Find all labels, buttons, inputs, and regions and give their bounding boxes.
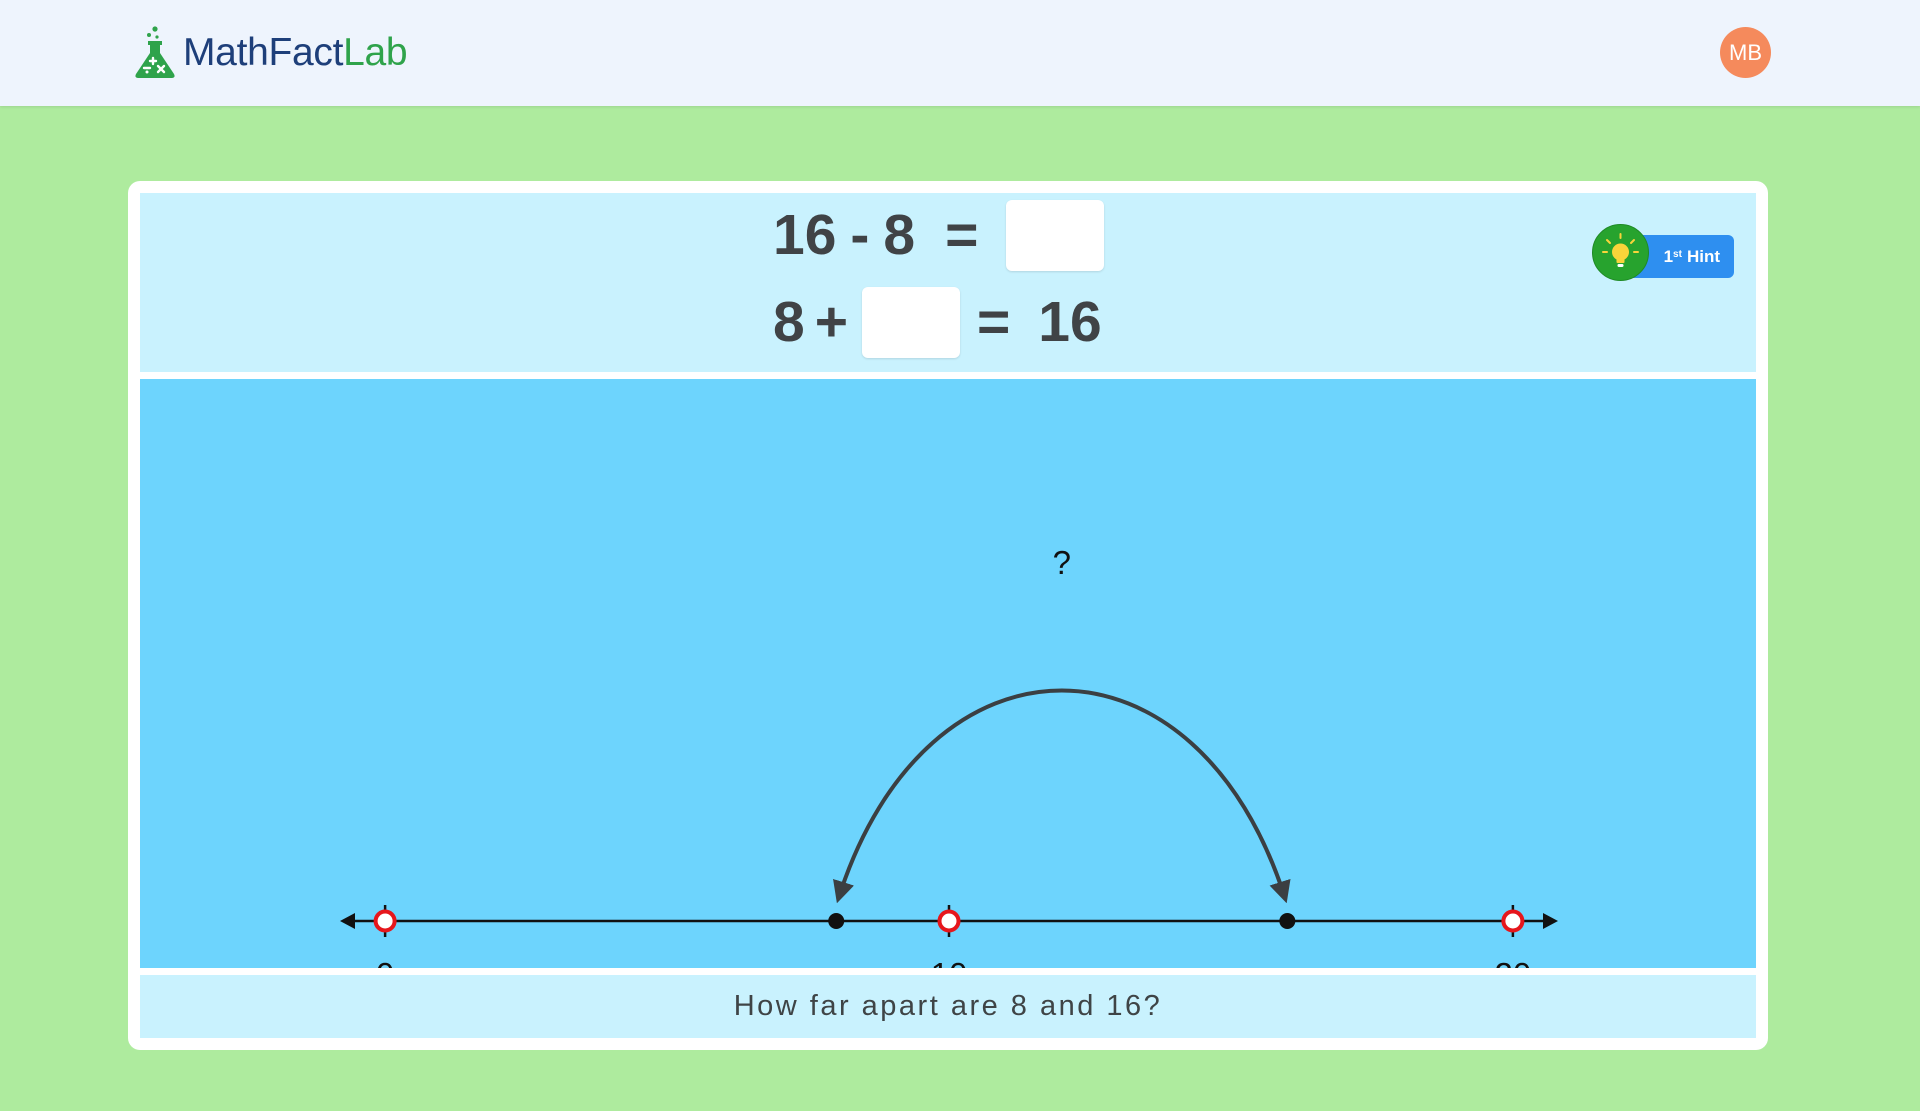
plus-sign: + xyxy=(814,290,848,354)
lightbulb-icon xyxy=(1592,224,1649,281)
flask-icon xyxy=(135,26,175,78)
top-bar: MathFactLab MB xyxy=(0,0,1920,106)
subtraction-minuend: 16 xyxy=(773,203,837,267)
question-panel: How far apart are 8 and 16? xyxy=(140,975,1756,1038)
tick-marker xyxy=(373,909,397,933)
number-line-panel: ? 0 10 20 xyxy=(140,379,1756,968)
number-line-point xyxy=(1279,913,1296,929)
logo[interactable]: MathFactLab xyxy=(133,22,408,82)
equation-addition: 8 + = 16 xyxy=(773,284,1102,360)
tick-marker xyxy=(1501,909,1525,933)
missing-addend-answer-box[interactable] xyxy=(862,286,960,358)
hint-word: Hint xyxy=(1686,246,1720,266)
brand-name-primary: MathFact xyxy=(183,30,344,74)
exercise-card: 16 - 8 = 8 + = 16 1st Hint ? How far apa… xyxy=(128,181,1768,1050)
difference-answer-box[interactable] xyxy=(1006,199,1105,271)
problem-panel: 16 - 8 = 8 + = 16 1st Hint xyxy=(140,193,1756,372)
equals-sign: = xyxy=(977,290,1011,354)
tick-label: 10 xyxy=(931,956,968,968)
axis-arrow-left xyxy=(340,913,355,929)
addition-sum: 16 xyxy=(1038,290,1102,354)
number-line: ? 0 10 20 xyxy=(340,544,1558,968)
axis-arrow-right xyxy=(1543,913,1558,929)
user-avatar[interactable]: MB xyxy=(1720,27,1771,78)
brand-name-secondary: Lab xyxy=(343,30,408,74)
hint-button[interactable]: 1st Hint xyxy=(1592,221,1742,281)
brand-name: MathFactLab xyxy=(183,30,408,74)
user-initials: MB xyxy=(1729,39,1762,65)
jump-arc-path xyxy=(833,688,1291,904)
jump-arc: ? xyxy=(833,544,1291,904)
equation-subtraction: 16 - 8 = xyxy=(773,197,1105,273)
subtraction-subtrahend: 8 xyxy=(883,203,916,267)
hint-number: 1 xyxy=(1663,246,1674,266)
tick-label: 0 xyxy=(376,956,394,968)
equals-sign: = xyxy=(945,203,979,267)
tick-marker xyxy=(937,909,961,933)
addition-first-addend: 8 xyxy=(773,290,805,354)
number-line-point xyxy=(828,913,845,929)
question-text: How far apart are 8 and 16? xyxy=(733,990,1163,1022)
tick-label: 20 xyxy=(1495,956,1532,968)
number-line-ticks: 0 10 20 xyxy=(373,905,1532,968)
jump-label: ? xyxy=(1053,544,1071,581)
hint-ordinal: st xyxy=(1673,249,1682,260)
minus-sign: - xyxy=(850,203,870,267)
